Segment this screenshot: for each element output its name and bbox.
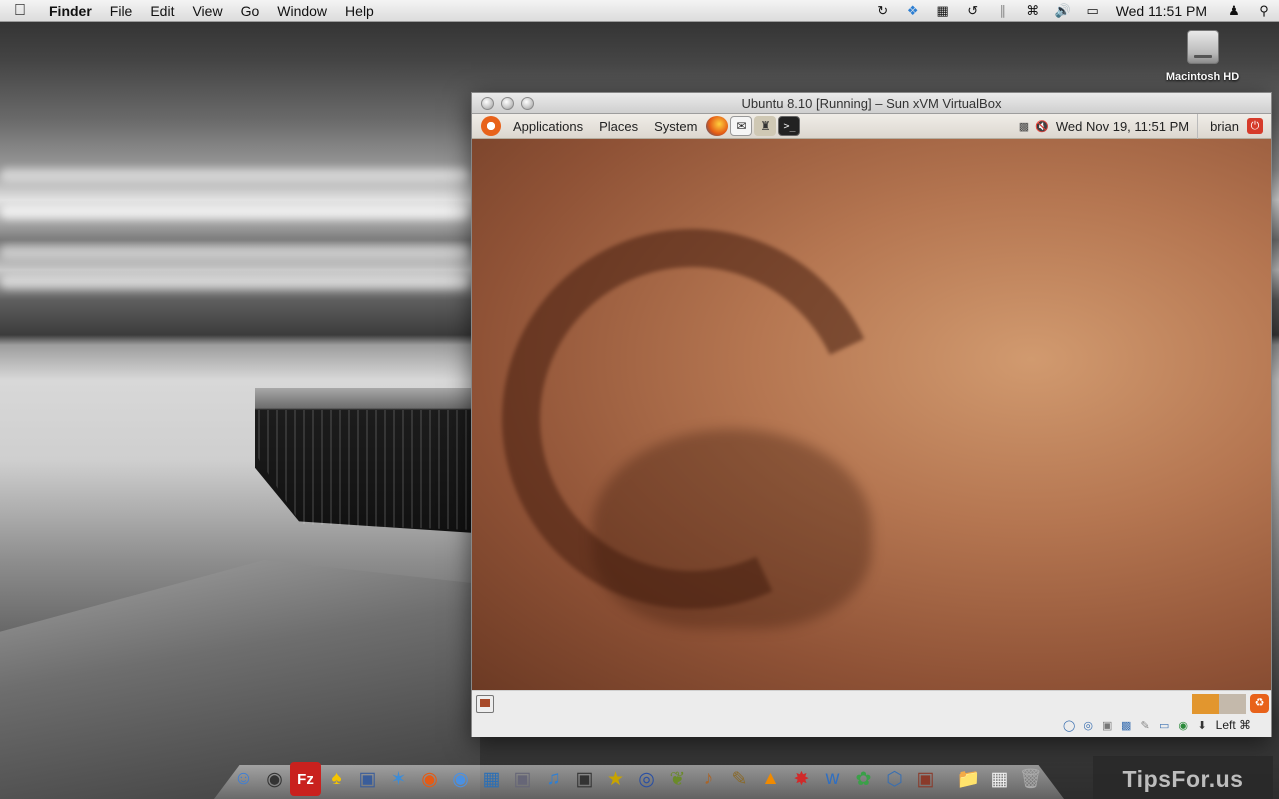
menu-system[interactable]: System — [646, 119, 705, 134]
menu-places[interactable]: Places — [591, 119, 646, 134]
spaces-icon[interactable]: ▦ — [928, 0, 958, 22]
hard-drive-icon — [1186, 30, 1219, 64]
menubar-clock[interactable]: Wed 11:51 PM — [1108, 3, 1219, 19]
cloud-streak — [0, 205, 470, 219]
mac-menu-bar:  Finder File Edit View Go Window Help ↻… — [0, 0, 1279, 22]
workspace-switcher[interactable] — [1192, 694, 1246, 714]
shared-folders-icon[interactable]: ▭ — [1155, 717, 1174, 733]
virtualbox-icon[interactable]: ⬡ — [879, 762, 910, 796]
usb-icon[interactable]: ✎ — [1136, 717, 1155, 733]
bluetooth-icon[interactable]: ∥ — [988, 0, 1018, 22]
trash-icon[interactable]: 🗑 — [1015, 762, 1046, 796]
textedit-icon[interactable]: ✎ — [724, 762, 755, 796]
desktop-hd-icon[interactable]: Macintosh HD — [1160, 30, 1245, 83]
ubuntu-desktop-wallpaper — [472, 139, 1271, 690]
menu-finder[interactable]: Finder — [40, 0, 101, 22]
menu-view[interactable]: View — [183, 0, 231, 22]
vbox-status-area: ♻ ◯ ◎ ▣ ▩ ✎ ▭ ◉ ⬇ Left ⌘ — [472, 690, 1271, 737]
menu-applications[interactable]: Applications — [505, 119, 591, 134]
iphoto-icon[interactable]: ▣ — [507, 762, 538, 796]
sync-icon[interactable]: ↻ — [868, 0, 898, 22]
growl-icon[interactable]: ✿ — [848, 762, 879, 796]
hard-disk-icon[interactable]: ◯ — [1060, 717, 1079, 733]
battery-icon[interactable]: ▭ — [1078, 0, 1108, 22]
menu-help[interactable]: Help — [336, 0, 383, 22]
watermark: TipsFor.us — [1093, 756, 1273, 799]
dvd-player-icon[interactable]: ◎ — [631, 762, 662, 796]
cloud-streak — [0, 245, 470, 259]
ubuntu-clock[interactable]: Wed Nov 19, 11:51 PM — [1052, 113, 1199, 139]
dashboard-icon[interactable]: ◉ — [259, 762, 290, 796]
cloud-streak — [0, 275, 470, 289]
ichat-icon[interactable]: ◉ — [445, 762, 476, 796]
finder-icon[interactable]: ☺ — [228, 762, 259, 796]
shutdown-icon[interactable]: ⏻ — [1247, 118, 1263, 134]
virtualbox-window: Ubuntu 8.10 [Running] – Sun xVM VirtualB… — [471, 92, 1272, 737]
vbox-status-bar: ◯ ◎ ▣ ▩ ✎ ▭ ◉ ⬇ Left ⌘ — [1060, 717, 1251, 733]
menu-go[interactable]: Go — [232, 0, 269, 22]
time-machine-icon[interactable]: ↺ — [958, 0, 988, 22]
vlc-icon[interactable]: ▲ — [755, 762, 786, 796]
ubuntu-logo-icon[interactable] — [481, 116, 501, 136]
documents-stack-icon[interactable]: ▦ — [984, 762, 1015, 796]
screenshot-icon[interactable]: ▣ — [910, 762, 941, 796]
mail-icon[interactable]: ✉ — [730, 116, 753, 136]
network-adapter-icon[interactable]: ▩ — [1117, 717, 1136, 733]
window-title: Ubuntu 8.10 [Running] – Sun xVM VirtualB… — [741, 95, 1002, 111]
floppy-icon[interactable]: ▣ — [1098, 717, 1117, 733]
pier-pilings — [258, 410, 473, 530]
host-key-icon[interactable]: ⬇ — [1193, 717, 1212, 733]
transmission-icon[interactable]: ✸ — [786, 762, 817, 796]
dock: ☺ ◉ Fz ♠ ▣ ✶ ◉ ◉ ▦ ▣ ♫ ▣ ★ ◎ ❦ ♪ ✎ ▲ ✸ w… — [228, 756, 1046, 796]
trash-icon[interactable]: ♻ — [1250, 694, 1269, 713]
hd-label: Macintosh HD — [1165, 71, 1240, 83]
word-icon[interactable]: w — [817, 762, 848, 796]
spotlight-search-icon[interactable]: ⚲ — [1249, 0, 1279, 22]
wifi-icon[interactable]: ⌘ — [1018, 0, 1048, 22]
photo-booth-icon[interactable]: ▣ — [569, 762, 600, 796]
preview-icon[interactable]: ▣ — [352, 762, 383, 796]
dock-separator — [941, 762, 953, 796]
menu-edit[interactable]: Edit — [141, 0, 183, 22]
terminal-icon[interactable]: >_ — [778, 116, 801, 136]
user-switcher[interactable]: brian — [1198, 119, 1243, 134]
menu-file[interactable]: File — [101, 0, 142, 22]
host-key-label: Left ⌘ — [1215, 718, 1251, 732]
window-titlebar[interactable]: Ubuntu 8.10 [Running] – Sun xVM VirtualB… — [472, 93, 1271, 114]
user-icon[interactable]: ♟ — [1219, 0, 1249, 22]
filezilla-icon[interactable]: Fz — [290, 762, 321, 796]
safari-icon[interactable]: ✶ — [383, 762, 414, 796]
garageband-icon[interactable]: ♪ — [693, 762, 724, 796]
dropbox-icon[interactable]: ❖ — [898, 0, 928, 22]
dashcode-icon[interactable]: ▦ — [476, 762, 507, 796]
ubuntu-top-panel: Applications Places System ✉ ♜ >_ ▩ 🔇 We… — [472, 113, 1271, 139]
adium-duck-icon[interactable]: ♠ — [321, 762, 352, 796]
workspace-1[interactable] — [1192, 694, 1219, 714]
volume-muted-icon[interactable]: 🔇 — [1032, 120, 1052, 133]
cd-icon[interactable]: ◎ — [1079, 717, 1098, 733]
firefox-icon[interactable]: ◉ — [414, 762, 445, 796]
itunes-icon[interactable]: ♫ — [538, 762, 569, 796]
gimp-icon[interactable]: ♜ — [754, 116, 777, 136]
volume-icon[interactable]: 🔊 — [1048, 0, 1078, 22]
scrivener-icon[interactable]: ❦ — [662, 762, 693, 796]
firefox-icon[interactable] — [706, 116, 729, 136]
menu-window[interactable]: Window — [268, 0, 336, 22]
imovie-icon[interactable]: ★ — [600, 762, 631, 796]
applications-folder-icon[interactable]: 📁 — [953, 762, 984, 796]
cloud-streak — [0, 168, 470, 182]
wallpaper-shadow — [592, 429, 872, 629]
workspace-2[interactable] — [1219, 694, 1246, 714]
network-icon[interactable]: ▩ — [1016, 120, 1032, 133]
show-desktop-icon[interactable] — [476, 695, 494, 713]
mouse-integration-icon[interactable]: ◉ — [1174, 717, 1193, 733]
apple-icon[interactable]:  — [0, 2, 40, 20]
